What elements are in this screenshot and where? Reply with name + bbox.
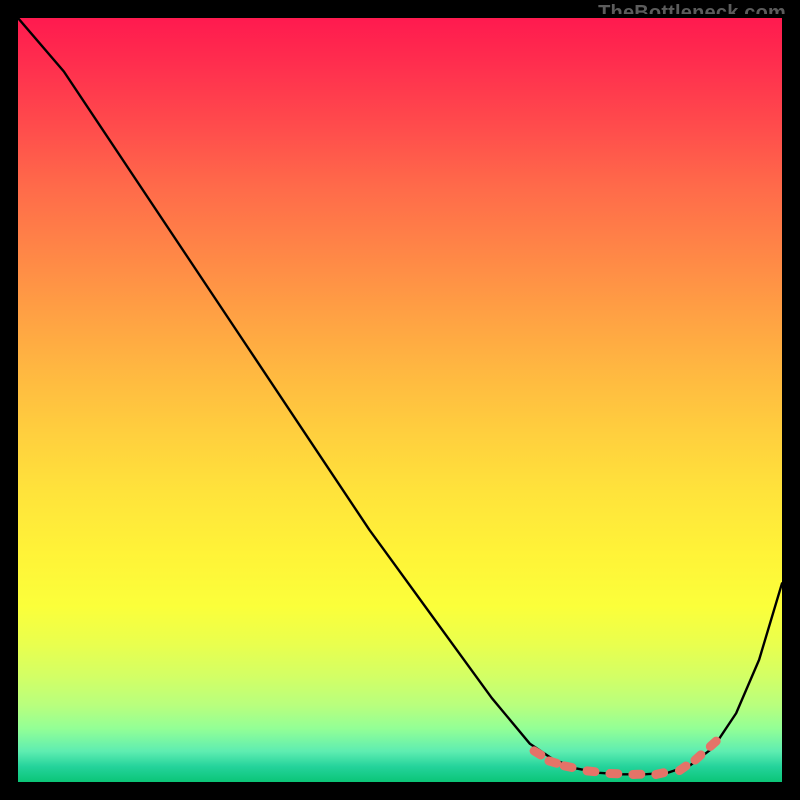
marker-dash (528, 745, 547, 761)
marker-dash (605, 769, 622, 779)
marker-dash (543, 755, 562, 768)
marker-dash (673, 760, 692, 777)
curve-line (18, 18, 782, 774)
marker-dash (582, 766, 600, 777)
plot-area (18, 18, 782, 782)
chart-svg (18, 18, 782, 782)
marker-dash (650, 767, 669, 780)
marker-dash (628, 770, 645, 780)
chart-frame (14, 14, 786, 786)
marker-dash (559, 761, 577, 773)
